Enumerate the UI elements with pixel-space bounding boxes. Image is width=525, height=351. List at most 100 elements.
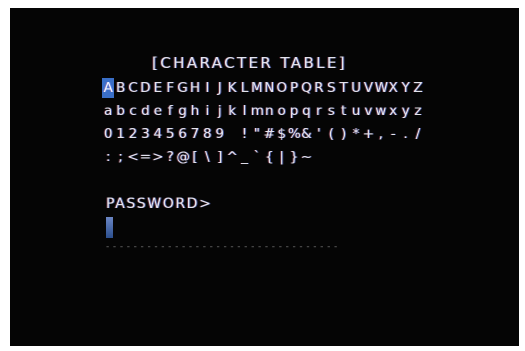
char-cell[interactable]: N [263, 78, 275, 98]
char-cell[interactable]: < [127, 147, 139, 167]
char-cell[interactable]: | [275, 147, 287, 167]
char-cell[interactable]: 8 [201, 124, 213, 144]
char-cell[interactable]: 6 [176, 124, 188, 144]
char-cell[interactable]: S [325, 78, 337, 98]
char-cell[interactable]: T [337, 78, 349, 98]
char-cell[interactable]: 9 [214, 124, 226, 144]
char-cell[interactable]: $ [275, 124, 287, 144]
char-cell[interactable]: V [362, 78, 374, 98]
char-cell[interactable]: % [288, 124, 301, 144]
char-cell[interactable]: ^ [226, 147, 238, 167]
char-cell[interactable]: f [164, 101, 176, 121]
char-cell[interactable]: P [288, 78, 300, 98]
char-cell[interactable]: U [350, 78, 362, 98]
char-cell[interactable]: u [350, 101, 362, 121]
char-cell[interactable]: G [176, 78, 188, 98]
char-cell[interactable]: o [275, 101, 287, 121]
char-cell[interactable]: a [102, 101, 114, 121]
char-cell[interactable]: s [325, 101, 337, 121]
char-cell[interactable]: e [152, 101, 164, 121]
char-cell[interactable]: . [399, 124, 411, 144]
char-cell[interactable]: B [114, 78, 126, 98]
char-cell[interactable]: ( [325, 124, 337, 144]
char-cell[interactable]: ? [164, 147, 176, 167]
char-cell[interactable]: J [214, 78, 226, 98]
char-cell[interactable]: ` [251, 147, 263, 167]
char-cell[interactable]: m [251, 101, 264, 121]
char-cell[interactable]: j [214, 101, 226, 121]
char-cell[interactable]: W [375, 78, 388, 98]
char-cell[interactable]: ] [214, 147, 226, 167]
char-cell[interactable]: 1 [114, 124, 126, 144]
char-cell[interactable]: Z [412, 78, 424, 98]
character-table-title: [CHARACTER TABLE] [152, 54, 348, 72]
char-cell[interactable]: } [288, 147, 300, 167]
char-cell[interactable]: H [189, 78, 201, 98]
char-cell[interactable]: Y [399, 78, 411, 98]
char-cell[interactable]: ' [313, 124, 325, 144]
char-cell[interactable]: 3 [139, 124, 151, 144]
char-cell[interactable]: t [337, 101, 349, 121]
char-cell[interactable]: K [226, 78, 238, 98]
char-cell[interactable]: + [362, 124, 374, 144]
char-cell[interactable]: { [263, 147, 275, 167]
char-cell[interactable]: l [238, 101, 250, 121]
char-cell[interactable]: _ [238, 147, 250, 167]
char-cell[interactable]: : [102, 147, 114, 167]
char-cell[interactable]: & [300, 124, 312, 144]
char-cell[interactable]: b [114, 101, 126, 121]
char-cell[interactable]: r [313, 101, 325, 121]
char-cell[interactable]: E [152, 78, 164, 98]
char-cell[interactable]: c [127, 101, 139, 121]
char-cell[interactable]: @ [176, 147, 190, 167]
char-cell[interactable]: 2 [127, 124, 139, 144]
char-cell[interactable]: w [375, 101, 387, 121]
char-cell[interactable]: h [189, 101, 201, 121]
char-cell[interactable]: ~ [300, 147, 312, 167]
char-cell[interactable]: ; [114, 147, 126, 167]
char-cell[interactable]: 0 [102, 124, 114, 144]
char-cell[interactable]: g [176, 101, 188, 121]
char-cell[interactable]: C [127, 78, 139, 98]
password-input-underline: - - - - - - - - - - - - - - - - - - - - … [106, 242, 338, 252]
char-cell[interactable]: p [288, 101, 300, 121]
char-cell[interactable]: = [139, 147, 151, 167]
char-cell[interactable]: " [251, 124, 263, 144]
char-cell[interactable]: \ [201, 147, 213, 167]
char-cell[interactable]: q [300, 101, 312, 121]
game-screen: [CHARACTER TABLE] ABCDEFGHIJKLMNOPQRSTUV… [10, 8, 519, 346]
char-cell[interactable]: 4 [152, 124, 164, 144]
char-cell[interactable]: F [164, 78, 176, 98]
char-cell[interactable]: * [350, 124, 362, 144]
char-cell[interactable] [226, 124, 238, 144]
char-cell[interactable]: y [399, 101, 411, 121]
char-cell[interactable]: [ [189, 147, 201, 167]
char-cell[interactable]: i [201, 101, 213, 121]
char-cell[interactable]: D [139, 78, 151, 98]
char-cell[interactable]: # [263, 124, 275, 144]
char-cell[interactable]: n [263, 101, 275, 121]
char-cell[interactable]: X [387, 78, 399, 98]
char-cell[interactable]: A [102, 78, 115, 98]
char-cell[interactable]: k [226, 101, 238, 121]
char-cell[interactable]: M [251, 78, 263, 98]
char-cell[interactable]: v [362, 101, 374, 121]
char-cell[interactable]: O [275, 78, 287, 98]
char-cell[interactable]: I [201, 78, 213, 98]
char-cell[interactable]: ! [238, 124, 250, 144]
char-cell[interactable]: - [387, 124, 399, 144]
char-cell[interactable]: R [313, 78, 325, 98]
char-cell[interactable]: z [412, 101, 424, 121]
char-row-symbols: :; < = >? @[\] ^ _ `{|} ~ [102, 147, 313, 167]
input-cursor[interactable] [106, 217, 113, 238]
char-cell[interactable]: d [139, 101, 151, 121]
char-cell[interactable]: > [152, 147, 164, 167]
char-cell[interactable]: 5 [164, 124, 176, 144]
char-cell[interactable]: 7 [189, 124, 201, 144]
char-cell[interactable]: L [238, 78, 250, 98]
char-cell[interactable]: / [412, 124, 424, 144]
char-cell[interactable]: , [375, 124, 387, 144]
char-cell[interactable]: Q [300, 78, 312, 98]
char-cell[interactable]: x [387, 101, 399, 121]
char-cell[interactable]: ) [337, 124, 349, 144]
